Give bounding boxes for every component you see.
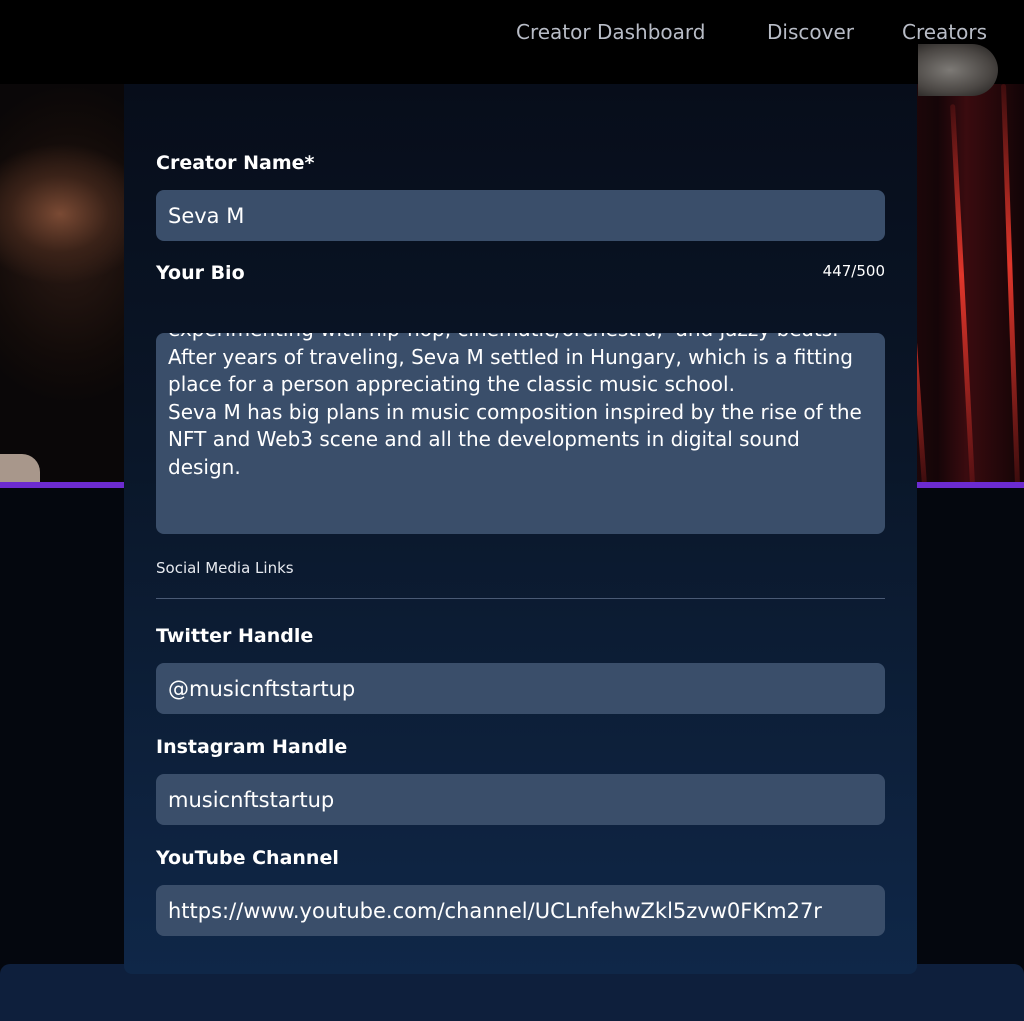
creator-name-label: Creator Name* — [156, 152, 315, 174]
bio-textarea[interactable]: experimenting with hip-hop, cinematic/or… — [156, 333, 885, 534]
guitar-string — [950, 104, 975, 484]
nav-creators[interactable]: Creators — [902, 20, 987, 44]
edit-profile-form: Creator Name* Your Bio 447/500 experimen… — [124, 84, 917, 974]
nav-creator-dashboard[interactable]: Creator Dashboard — [516, 20, 705, 44]
youtube-label: YouTube Channel — [156, 847, 339, 869]
instagram-handle-input[interactable] — [156, 774, 885, 825]
guitar-headstock-image — [918, 44, 998, 96]
banner-photo-detail — [0, 454, 40, 484]
bio-text: experimenting with hip-hop, cinematic/or… — [168, 333, 862, 479]
social-media-section-label: Social Media Links — [156, 559, 294, 577]
bio-character-counter: 447/500 — [822, 262, 885, 280]
instagram-label: Instagram Handle — [156, 736, 348, 758]
section-divider — [156, 598, 885, 599]
top-navigation-bar: Creator Dashboard Discover Creators — [0, 0, 1024, 84]
youtube-channel-input[interactable] — [156, 885, 885, 936]
bio-label: Your Bio — [156, 262, 245, 284]
nav-discover[interactable]: Discover — [767, 20, 854, 44]
twitter-label: Twitter Handle — [156, 625, 314, 647]
twitter-handle-input[interactable] — [156, 663, 885, 714]
guitar-string — [1000, 84, 1021, 486]
creator-name-input[interactable] — [156, 190, 885, 241]
